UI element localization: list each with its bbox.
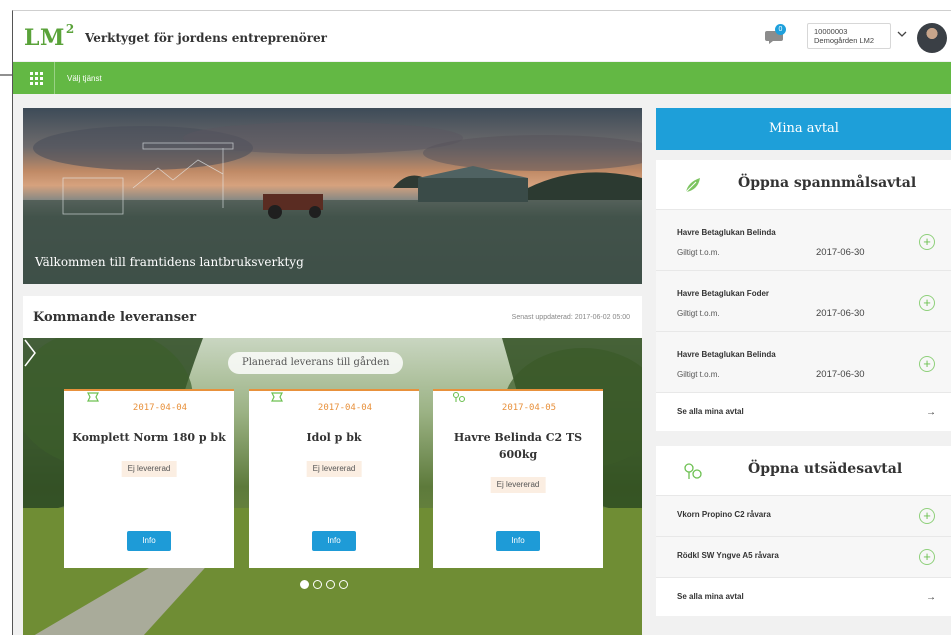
- valid-until-label: Giltigt t.o.m.: [677, 248, 720, 257]
- panel-header: Öppna spannmålsavtal: [656, 160, 951, 210]
- delivery-date: 2017-04-05: [501, 403, 557, 413]
- chevron-right-icon[interactable]: [23, 338, 37, 368]
- plus-circle-icon[interactable]: +: [919, 234, 935, 250]
- grain-agreements-panel: Öppna spannmålsavtal Havre Betaglukan Be…: [656, 160, 951, 431]
- tagline: Verktyget för jordens entreprenörer: [85, 31, 327, 45]
- seed-icon: [452, 391, 466, 403]
- valid-until-date: 2017-06-30: [816, 308, 865, 319]
- info-button[interactable]: Info: [127, 531, 171, 551]
- account-name: Demogården LM2: [814, 36, 875, 45]
- carousel-dot[interactable]: [339, 580, 348, 589]
- hero-banner: Välkommen till framtidens lantbruksverkt…: [23, 108, 642, 284]
- hero-caption: Välkommen till framtidens lantbruksverkt…: [35, 255, 304, 269]
- agreement-name: Rödkl SW Yngve A5 råvara: [677, 551, 779, 560]
- choose-service-link[interactable]: Välj tjänst: [67, 74, 102, 83]
- agreement-row[interactable]: Havre Betaglukan Belinda Giltigt t.o.m. …: [656, 332, 951, 393]
- valid-until-date: 2017-06-30: [816, 369, 865, 380]
- plus-circle-icon[interactable]: +: [919, 356, 935, 372]
- service-bar: Välj tjänst: [13, 62, 951, 94]
- arrow-right-icon: →: [926, 592, 936, 603]
- apps-grid-icon[interactable]: [30, 72, 44, 85]
- delivery-product: Komplett Norm 180 p bk: [72, 431, 226, 444]
- carousel-dots: [300, 580, 348, 590]
- notification-badge: 0: [775, 24, 786, 35]
- last-updated: Senast uppdaterad: 2017-06-02 05:00: [511, 314, 630, 321]
- app-window: LM2 Verktyget för jordens entreprenörer …: [12, 10, 951, 635]
- arrow-right-icon: →: [926, 407, 936, 418]
- see-all-label: Se alla mina avtal: [677, 592, 744, 601]
- info-button[interactable]: Info: [312, 531, 356, 551]
- lm2-logo[interactable]: LM2: [24, 22, 75, 51]
- agreement-name: Havre Betaglukan Belinda: [677, 228, 776, 237]
- delivery-product: Idol p bk: [306, 431, 362, 444]
- grain-agreements-title: Öppna spannmålsavtal: [738, 175, 917, 191]
- planned-delivery-label: Planerad leverans till gården: [228, 352, 404, 374]
- plus-circle-icon[interactable]: +: [919, 508, 935, 524]
- delivery-date: 2017-04-04: [132, 403, 188, 413]
- carousel-dot[interactable]: [300, 580, 309, 589]
- divider: [54, 62, 55, 94]
- carousel-dot[interactable]: [313, 580, 322, 589]
- chevron-down-icon[interactable]: [897, 30, 907, 38]
- agreement-row[interactable]: Havre Betaglukan Foder Giltigt t.o.m. 20…: [656, 271, 951, 332]
- my-agreements-header: Mina avtal: [656, 108, 951, 150]
- delivery-card: 2017-04-04 Komplett Norm 180 p bk Ej lev…: [64, 389, 234, 568]
- account-id: 10000003: [814, 27, 848, 36]
- agreement-name: Havre Betaglukan Belinda: [677, 350, 776, 359]
- delivery-product: Havre Belinda C2 TS 600kg: [453, 431, 583, 461]
- delivery-card: 2017-04-05 Havre Belinda C2 TS 600kg Ej …: [433, 389, 603, 568]
- valid-until-label: Giltigt t.o.m.: [677, 370, 720, 379]
- see-all-label: Se alla mina avtal: [677, 407, 744, 416]
- plus-circle-icon[interactable]: +: [919, 295, 935, 311]
- deliveries-title: Kommande leveranser: [33, 310, 197, 325]
- delivery-status-badge: Ej levererad: [306, 461, 362, 477]
- seed-agreements-panel: Öppna utsädesavtal Vkorn Propino C2 råva…: [656, 446, 951, 616]
- plus-circle-icon[interactable]: +: [919, 549, 935, 565]
- fertilizer-icon: [271, 392, 283, 402]
- agreement-name: Havre Betaglukan Foder: [677, 289, 770, 298]
- account-selector[interactable]: 10000003 Demogården LM2: [807, 23, 891, 49]
- seed-agreements-title: Öppna utsädesavtal: [748, 461, 903, 477]
- delivery-date: 2017-04-04: [317, 403, 373, 413]
- carousel-dot[interactable]: [326, 580, 335, 589]
- upcoming-deliveries-panel: Kommande leveranser Senast uppdaterad: 2…: [23, 296, 642, 635]
- panel-header: Öppna utsädesavtal: [656, 446, 951, 496]
- agreement-name: Vkorn Propino C2 råvara: [677, 510, 771, 519]
- delivery-status-badge: Ej levererad: [490, 477, 546, 493]
- agreement-row[interactable]: Rödkl SW Yngve A5 råvara +: [656, 537, 951, 578]
- delivery-card: 2017-04-04 Idol p bk Ej levererad Info: [249, 389, 419, 568]
- user-avatar[interactable]: [917, 23, 947, 53]
- see-all-agreements-link[interactable]: Se alla mina avtal →: [656, 578, 951, 616]
- valid-until-label: Giltigt t.o.m.: [677, 309, 720, 318]
- seed-icon: [684, 463, 702, 479]
- agreement-row[interactable]: Vkorn Propino C2 råvara +: [656, 496, 951, 537]
- info-button[interactable]: Info: [496, 531, 540, 551]
- top-header: LM2 Verktyget för jordens entreprenörer …: [13, 11, 951, 61]
- see-all-agreements-link[interactable]: Se alla mina avtal →: [656, 393, 951, 431]
- grain-icon: [685, 178, 700, 193]
- valid-until-date: 2017-06-30: [816, 247, 865, 258]
- agreement-row[interactable]: Havre Betaglukan Belinda Giltigt t.o.m. …: [656, 210, 951, 271]
- delivery-status-badge: Ej levererad: [121, 461, 177, 477]
- deliveries-carousel: Planerad leverans till gården 2017-04-04…: [23, 338, 642, 635]
- fertilizer-icon: [87, 392, 99, 402]
